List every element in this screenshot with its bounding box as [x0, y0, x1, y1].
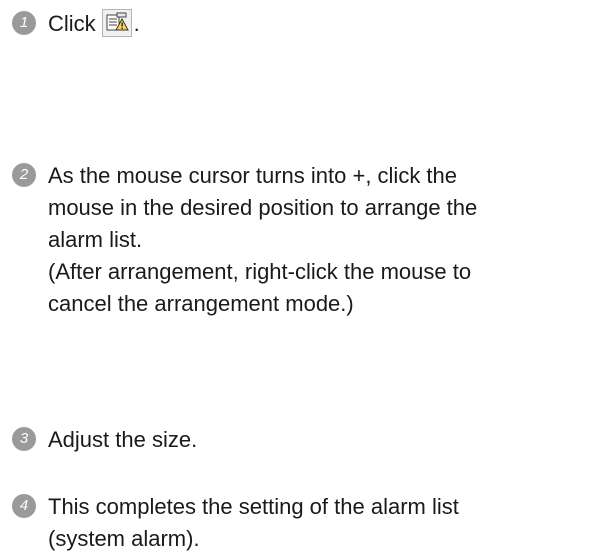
- text-line: alarm list.: [48, 227, 143, 252]
- step-text: This completes the setting of the alarm …: [48, 491, 568, 555]
- text-line: (After arrangement, right-click the mous…: [48, 259, 472, 284]
- text-line: As the mouse cursor turns into +, click …: [48, 163, 458, 188]
- step-1: 1 Click .: [12, 8, 568, 40]
- text-line: (system alarm).: [48, 526, 200, 551]
- step-3: 3 Adjust the size.: [12, 424, 568, 456]
- step-text: Adjust the size.: [48, 427, 198, 452]
- text-line: This completes the setting of the alarm …: [48, 494, 459, 519]
- step-4: 4 This completes the setting of the alar…: [12, 491, 568, 555]
- step-number-badge: 3: [12, 427, 36, 451]
- click-label: Click: [48, 11, 96, 36]
- step-text: As the mouse cursor turns into +, click …: [48, 160, 568, 320]
- step-2: 2 As the mouse cursor turns into +, clic…: [12, 160, 568, 320]
- period: .: [133, 11, 140, 36]
- text-line: mouse in the desired position to arrange…: [48, 195, 478, 220]
- step-text: Click .: [48, 8, 568, 40]
- step-number-badge: 1: [12, 11, 36, 35]
- alarm-list-tool-icon[interactable]: [101, 9, 132, 37]
- text-line: cancel the arrangement mode.): [48, 291, 354, 316]
- step-number-badge: 4: [12, 494, 36, 518]
- step-number-badge: 2: [12, 163, 36, 187]
